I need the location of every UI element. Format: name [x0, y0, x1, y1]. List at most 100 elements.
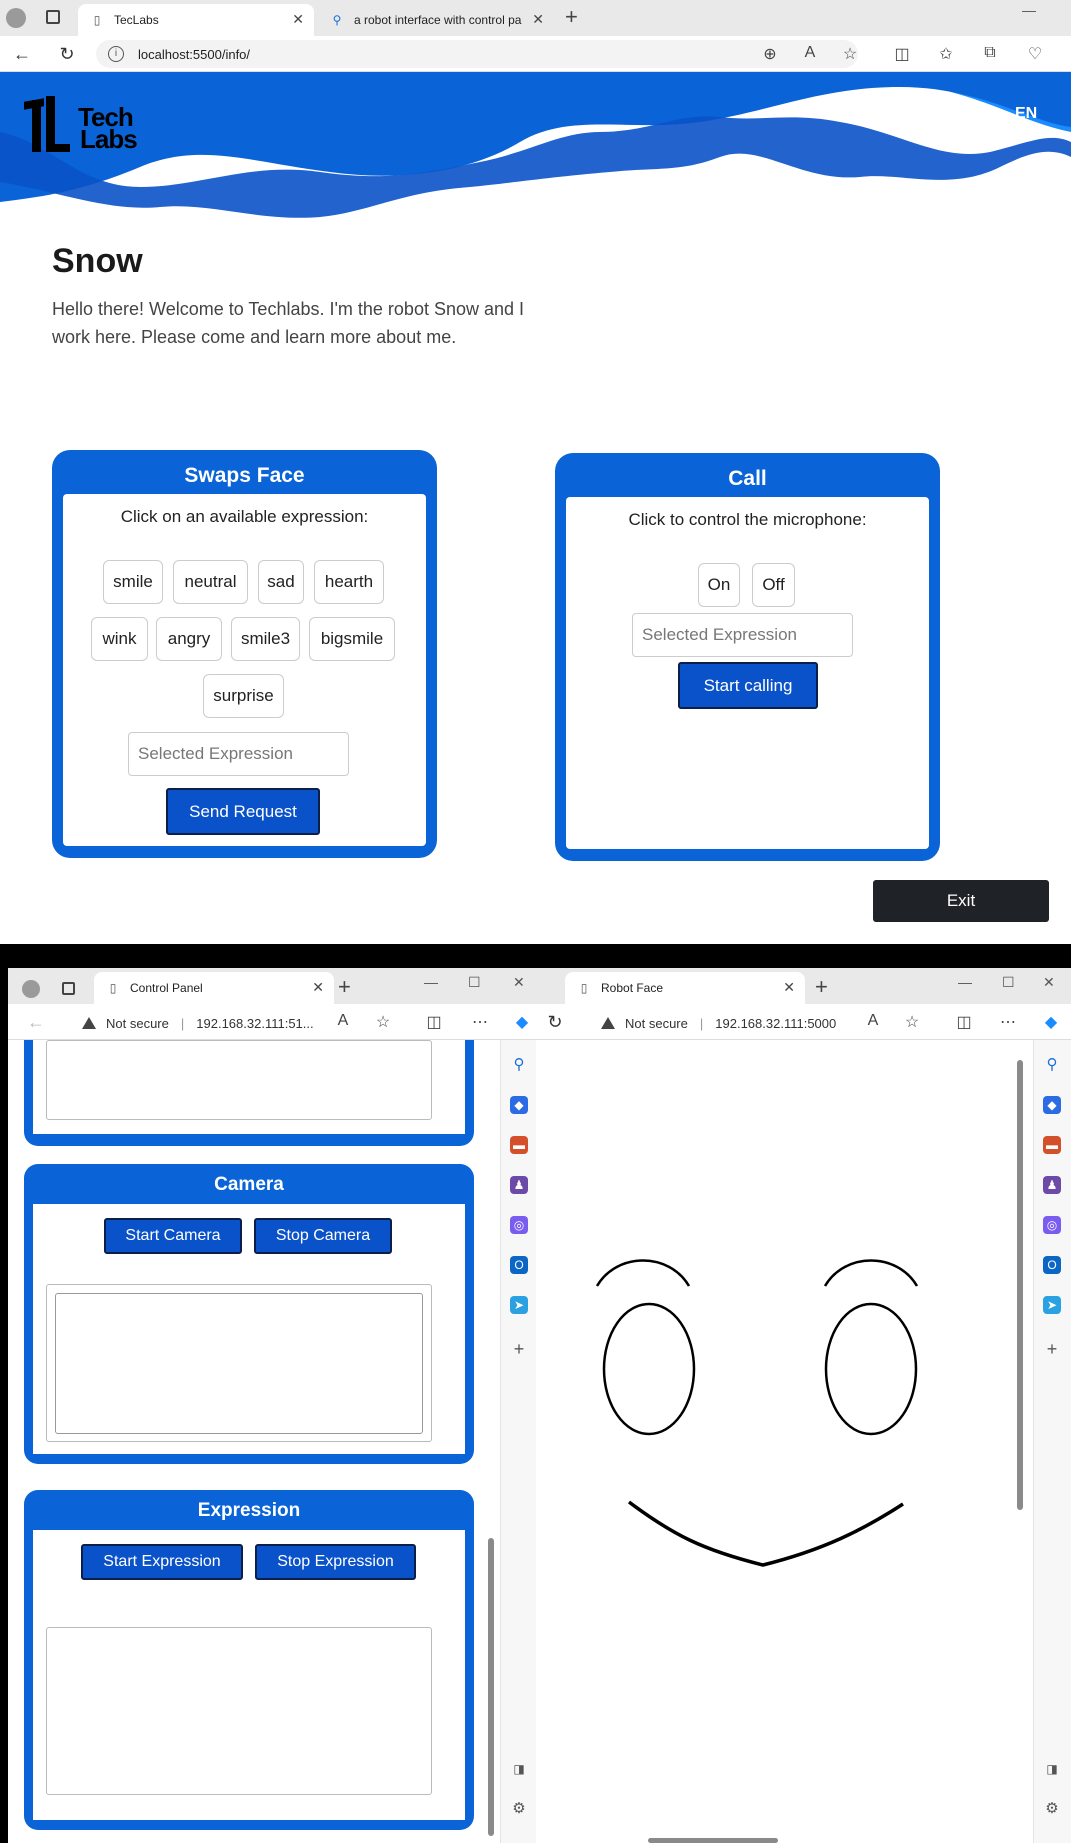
security-indicator[interactable]: Not secure | 192.168.32.111:51...	[82, 1011, 314, 1035]
search-icon[interactable]: ⚲	[1043, 1056, 1061, 1074]
read-aloud-icon[interactable]: A	[333, 1012, 353, 1030]
drop-icon[interactable]: ➤	[1043, 1296, 1061, 1314]
security-indicator[interactable]: Not secure | 192.168.32.111:5000	[601, 1011, 836, 1035]
close-icon[interactable]: ✕	[783, 979, 795, 996]
more-icon[interactable]: ⋯	[470, 1012, 490, 1032]
more-icon[interactable]: ⋯	[998, 1012, 1018, 1032]
shopping-icon[interactable]: ◆	[510, 1096, 528, 1114]
horizontal-scrollbar[interactable]	[648, 1838, 778, 1843]
settings-icon[interactable]: ⚙	[1043, 1800, 1061, 1818]
read-aloud-icon[interactable]: A	[863, 1012, 883, 1030]
close-window-icon[interactable]: ✕	[1043, 974, 1055, 991]
new-tab-icon[interactable]: +	[815, 974, 828, 1000]
back-icon[interactable]: ←	[24, 1010, 48, 1034]
stop-camera-button[interactable]: Stop Camera	[254, 1218, 392, 1254]
new-tab-icon[interactable]: +	[565, 4, 578, 30]
favorite-icon[interactable]: ☆	[840, 44, 860, 64]
browser-essentials-icon[interactable]: ♡	[1025, 44, 1045, 64]
collections-icon[interactable]: ⧉	[980, 44, 1000, 62]
robot-face-window: ▯ Robot Face ✕ + — ☐ ✕ ↻ Not secure | 19…	[543, 968, 1071, 1843]
warning-icon	[82, 1017, 96, 1029]
expr-sad-button[interactable]: sad	[258, 560, 304, 604]
favorite-icon[interactable]: ☆	[902, 1012, 922, 1032]
start-calling-button[interactable]: Start calling	[678, 662, 818, 709]
exit-button[interactable]: Exit	[873, 880, 1049, 922]
card-body: Click on an available expression: smile …	[63, 494, 426, 846]
info-icon[interactable]: i	[108, 46, 124, 62]
start-expression-button[interactable]: Start Expression	[81, 1544, 243, 1580]
new-tab-icon[interactable]: +	[338, 974, 351, 1000]
search-icon[interactable]: ⚲	[510, 1056, 528, 1074]
mic-off-button[interactable]: Off	[752, 563, 795, 607]
tab-search[interactable]: ⚲ a robot interface with control pa ✕	[318, 4, 554, 36]
split-screen-icon[interactable]: ◫	[424, 1012, 444, 1032]
favorites-icon[interactable]: ✩	[936, 44, 956, 64]
games-icon[interactable]: ♟	[1043, 1176, 1061, 1194]
expr-surprise-button[interactable]: surprise	[203, 674, 284, 718]
settings-icon[interactable]: ⚙	[510, 1800, 528, 1818]
expr-smile3-button[interactable]: smile3	[231, 617, 300, 661]
expr-wink-button[interactable]: wink	[91, 617, 148, 661]
maximize-icon[interactable]: ☐	[1002, 974, 1015, 991]
close-window-icon[interactable]: ✕	[513, 974, 525, 991]
expr-neutral-button[interactable]: neutral	[173, 560, 248, 604]
office-icon[interactable]: ◎	[510, 1216, 528, 1234]
tab-robot-face[interactable]: ▯ Robot Face ✕	[565, 972, 805, 1004]
minimize-icon[interactable]: —	[424, 974, 438, 990]
close-icon[interactable]: ✕	[532, 11, 544, 28]
profile-icon[interactable]	[22, 980, 40, 998]
lang-en[interactable]: EN	[1015, 105, 1037, 123]
copilot-icon[interactable]: ◆	[512, 1012, 532, 1032]
zoom-icon[interactable]: ⊕	[760, 44, 780, 64]
selected-expression-input[interactable]: Selected Expression	[128, 732, 349, 776]
close-icon[interactable]: ✕	[312, 979, 324, 996]
scrollbar[interactable]	[488, 1538, 494, 1836]
tools-icon[interactable]: ▬	[1043, 1136, 1061, 1154]
expr-bigsmile-button[interactable]: bigsmile	[309, 617, 395, 661]
profile-icon[interactable]	[6, 8, 26, 28]
logo-text-line2: Labs	[80, 124, 138, 154]
copilot-icon[interactable]: ◆	[1041, 1012, 1061, 1032]
office-icon[interactable]: ◎	[1043, 1216, 1061, 1234]
tab-teclabs[interactable]: ▯ TecLabs ✕	[78, 4, 314, 36]
tools-icon[interactable]: ▬	[510, 1136, 528, 1154]
page-icon: ▯	[109, 981, 117, 995]
lang-fi[interactable]: FI	[949, 105, 963, 123]
maximize-icon[interactable]: ☐	[468, 974, 481, 991]
send-request-button[interactable]: Send Request	[166, 788, 320, 835]
minimize-icon[interactable]: —	[958, 974, 972, 990]
outlook-icon[interactable]: O	[1043, 1256, 1061, 1274]
mic-on-button[interactable]: On	[698, 563, 740, 607]
close-icon[interactable]: ✕	[292, 11, 304, 28]
favorite-icon[interactable]: ☆	[373, 1012, 393, 1032]
expr-angry-button[interactable]: angry	[156, 617, 222, 661]
sidebar-toggle-icon[interactable]: ◨	[1043, 1760, 1061, 1778]
reload-icon[interactable]: ↻	[543, 1010, 567, 1034]
split-screen-icon[interactable]: ◫	[892, 44, 912, 64]
sidebar-toggle-icon[interactable]: ◨	[510, 1760, 528, 1778]
drop-icon[interactable]: ➤	[510, 1296, 528, 1314]
back-icon[interactable]: ←	[10, 42, 34, 66]
outlook-icon[interactable]: O	[510, 1256, 528, 1274]
lang-sv[interactable]: SV	[875, 105, 896, 123]
tab-actions-icon[interactable]	[46, 10, 60, 24]
tab-actions-icon[interactable]	[62, 982, 75, 995]
stop-expression-button[interactable]: Stop Expression	[255, 1544, 416, 1580]
expr-smile-button[interactable]: smile	[103, 560, 163, 604]
start-camera-button[interactable]: Start Camera	[104, 1218, 242, 1254]
games-icon[interactable]: ♟	[510, 1176, 528, 1194]
read-aloud-icon[interactable]: A	[800, 44, 820, 62]
shopping-icon[interactable]: ◆	[1043, 1096, 1061, 1114]
add-icon[interactable]: +	[1043, 1340, 1061, 1358]
minimize-icon[interactable]: —	[1022, 2, 1036, 18]
add-icon[interactable]: +	[510, 1340, 528, 1358]
scrollbar[interactable]	[1017, 1060, 1023, 1510]
split-screen-icon[interactable]: ◫	[954, 1012, 974, 1032]
url-field[interactable]: i localhost:5500/info/	[96, 40, 858, 68]
expr-hearth-button[interactable]: hearth	[314, 560, 384, 604]
page-icon: ▯	[93, 13, 101, 27]
call-expression-input[interactable]: Selected Expression	[632, 613, 853, 657]
reload-icon[interactable]: ↻	[55, 42, 79, 66]
tab-control-panel[interactable]: ▯ Control Panel ✕	[94, 972, 334, 1004]
url-text: 192.168.32.111:51...	[196, 1015, 314, 1031]
